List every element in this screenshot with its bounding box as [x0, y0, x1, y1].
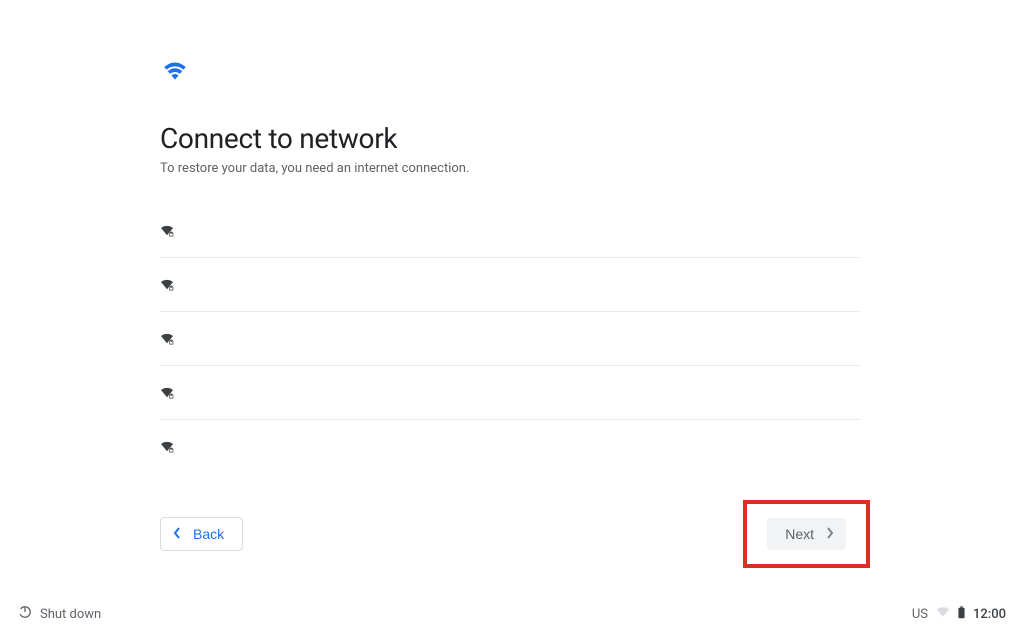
ime-indicator: US [912, 607, 928, 622]
wifi-add-icon [160, 483, 174, 485]
status-area[interactable]: US 12:00 [912, 606, 1006, 623]
network-item[interactable] [160, 258, 860, 312]
wifi-header-icon [160, 58, 860, 86]
wifi-secure-icon [160, 386, 174, 400]
back-button[interactable]: Back [160, 517, 243, 551]
clock: 12:00 [973, 607, 1006, 622]
chevron-left-icon [173, 527, 181, 542]
add-network-item[interactable] [160, 470, 860, 484]
network-item[interactable] [160, 312, 860, 366]
chevron-right-icon [826, 527, 834, 542]
back-button-label: Back [193, 526, 224, 542]
wifi-status-icon [936, 607, 950, 622]
power-icon [18, 605, 32, 623]
network-list [160, 204, 860, 474]
page-title: Connect to network [160, 122, 860, 155]
next-button[interactable]: Next [767, 518, 846, 550]
setup-main-content: Connect to network To restore your data,… [160, 58, 860, 474]
shutdown-button[interactable]: Shut down [18, 605, 101, 623]
network-item[interactable] [160, 366, 860, 420]
next-button-label: Next [785, 526, 814, 542]
network-item[interactable] [160, 204, 860, 258]
wifi-secure-icon [160, 332, 174, 346]
partial-row-clip [160, 470, 860, 484]
system-tray: Shut down US 12:00 [0, 605, 1024, 623]
wifi-secure-icon [160, 224, 174, 238]
page-subtitle: To restore your data, you need an intern… [160, 161, 860, 176]
wifi-secure-icon [160, 440, 174, 454]
battery-icon [958, 606, 965, 623]
network-item[interactable] [160, 420, 860, 474]
nav-button-row: Back Next [160, 500, 870, 568]
wifi-secure-icon [160, 278, 174, 292]
highlight-annotation: Next [743, 500, 870, 568]
shutdown-label: Shut down [40, 607, 101, 622]
